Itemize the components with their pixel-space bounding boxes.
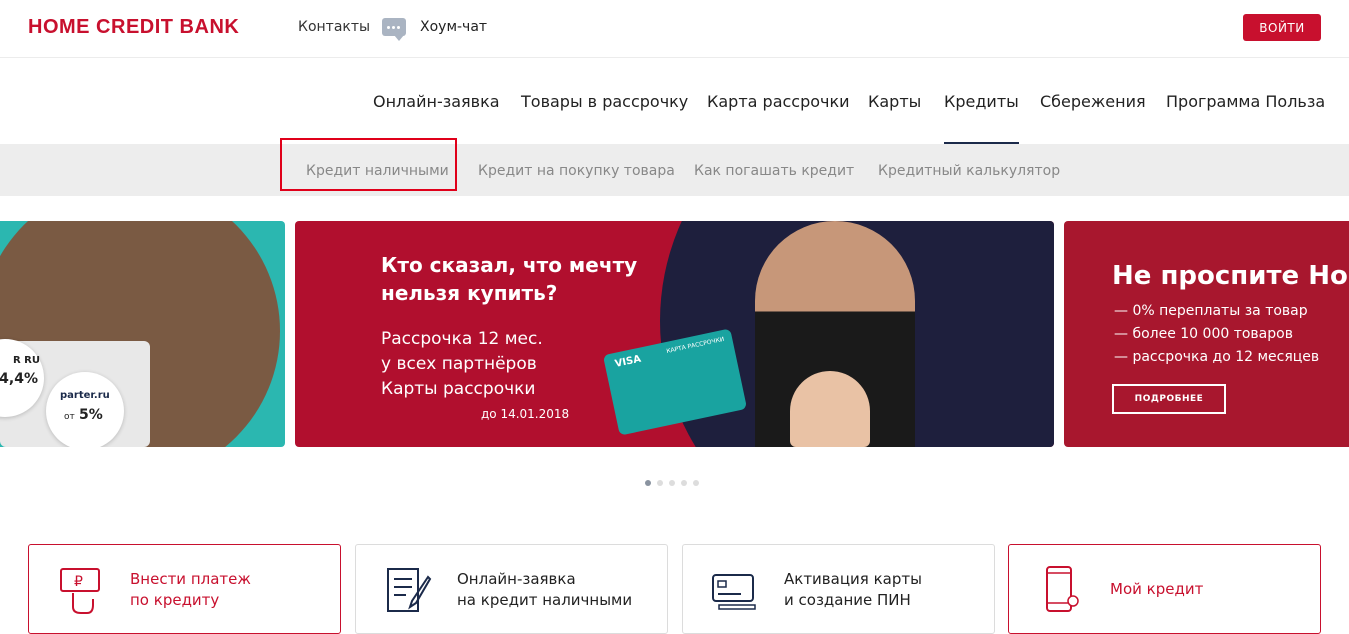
slide-dream[interactable]: VISA КАРТА РАССРОЧКИ Кто сказал, что меч…	[295, 221, 1054, 447]
slide-date: до 14.01.2018	[481, 407, 570, 421]
main-nav: Онлайн-заявка Товары в рассрочку Карта р…	[0, 92, 1349, 144]
more-button[interactable]: ПОДРОБНЕЕ	[1112, 384, 1226, 414]
tile-my-credit[interactable]: Мой кредит	[1008, 544, 1321, 634]
nav-savings[interactable]: Сбережения	[1040, 92, 1146, 111]
phone-icon	[1046, 566, 1079, 612]
tile-label: Онлайн-заявка на кредит наличными	[457, 570, 633, 609]
partner-logo: R RU	[12, 355, 40, 366]
nav-cards[interactable]: Карты	[868, 92, 921, 111]
subnav-how-to-repay[interactable]: Как погашать кредит	[694, 163, 854, 179]
login-button[interactable]: ВОЙТИ	[1243, 14, 1321, 41]
chat-icon[interactable]	[382, 18, 406, 41]
nav-installment-goods[interactable]: Товары в рассрочку	[521, 92, 688, 111]
partner-rate: 5%	[79, 407, 103, 423]
home-chat-link[interactable]: Хоум-чат	[420, 19, 487, 35]
partner-logo: parter.ru	[60, 390, 110, 401]
slide-partners[interactable]: R RU 4,4% parter.ru от 5%	[0, 221, 285, 447]
nav-online-application[interactable]: Онлайн-заявка	[373, 92, 500, 111]
tile-make-payment[interactable]: ₽ Внести платеж по кредиту	[28, 544, 341, 634]
slider-dot[interactable]	[681, 480, 687, 486]
tile-card-activation[interactable]: Активация карты и создание ПИН	[682, 544, 995, 634]
slider-dot[interactable]	[693, 480, 699, 486]
tile-label: Мой кредит	[1110, 580, 1204, 598]
rate-prefix: от	[64, 412, 75, 422]
partner-badge-parter: parter.ru от 5%	[46, 372, 124, 447]
nav-credits[interactable]: Кредиты	[944, 92, 1019, 144]
slide-bullet: — рассрочка до 12 месяцев	[1114, 349, 1320, 365]
slider-dot[interactable]	[645, 480, 651, 486]
ruble-hand-icon: ₽	[60, 568, 100, 614]
bank-logo[interactable]: HOME CREDIT BANK	[28, 16, 239, 39]
slide-title: Не проспите Нов	[1112, 261, 1349, 291]
nav-installment-card[interactable]: Карта рассрочки	[707, 92, 850, 111]
partner-rate: 4,4%	[0, 371, 38, 387]
slide-subtitle: Рассрочка 12 мес. у всех партнёров Карты…	[381, 329, 543, 399]
top-bar: HOME CREDIT BANK Контакты Хоум-чат ВОЙТИ	[0, 0, 1349, 58]
slide-new-year[interactable]: Не проспите Нов — 0% переплаты за товар …	[1064, 221, 1349, 447]
slide-bullet: — более 10 000 товаров	[1114, 326, 1293, 342]
card-icon	[712, 574, 756, 610]
tile-label: Внести платеж по кредиту	[130, 570, 251, 609]
slide-bullet: — 0% переплаты за товар	[1114, 303, 1308, 319]
nav-polza-program[interactable]: Программа Польза	[1166, 92, 1325, 111]
subnav-purchase-loan[interactable]: Кредит на покупку товара	[478, 163, 675, 179]
subnav-credit-calculator[interactable]: Кредитный калькулятор	[878, 163, 1060, 179]
sub-nav: Кредит наличными Кредит на покупку товар…	[0, 144, 1349, 196]
slide-title: Кто сказал, что мечту нельзя купить?	[381, 253, 638, 305]
highlight-box	[280, 138, 457, 191]
tile-label: Активация карты и создание ПИН	[784, 570, 922, 609]
slider-dot[interactable]	[657, 480, 663, 486]
contacts-link[interactable]: Контакты	[298, 19, 370, 35]
shoes-image	[790, 371, 870, 447]
slider-dot[interactable]	[669, 480, 675, 486]
document-pen-icon	[387, 568, 432, 612]
svg-text:₽: ₽	[74, 574, 83, 590]
tile-online-application[interactable]: Онлайн-заявка на кредит наличными	[355, 544, 668, 634]
